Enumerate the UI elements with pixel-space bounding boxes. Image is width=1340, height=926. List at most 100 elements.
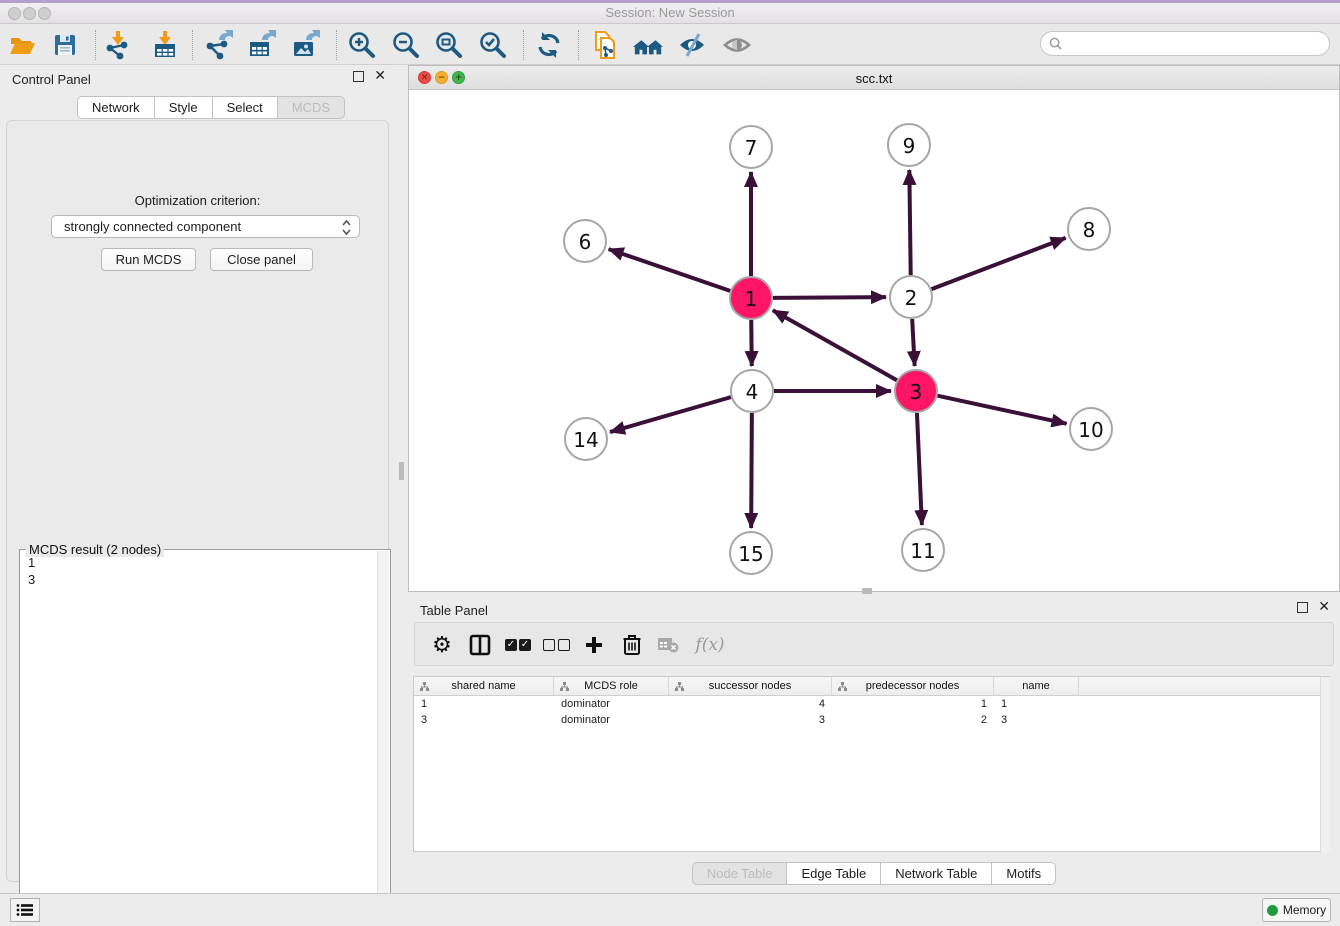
column-header-shared-name[interactable]: shared name [414, 677, 554, 695]
graph-node-label-2: 2 [905, 286, 918, 310]
table-cell[interactable]: 2 [832, 714, 994, 726]
graph-edge-2-8[interactable] [932, 238, 1066, 289]
graph-node-label-4: 4 [746, 380, 759, 404]
window-title: Session: New Session [0, 5, 1340, 20]
mcds-result-scrollbar[interactable] [377, 551, 389, 926]
table-cell[interactable]: 3 [669, 714, 832, 726]
table-scrollbar[interactable] [1320, 677, 1330, 853]
function-builder-icon: f(x) [689, 630, 731, 660]
tab-network[interactable]: Network [77, 96, 155, 119]
column-header-successor-nodes[interactable]: successor nodes [669, 677, 832, 695]
tab-edge-table[interactable]: Edge Table [787, 862, 881, 885]
node-table: shared nameMCDS rolesuccessor nodesprede… [413, 676, 1330, 852]
status-bar: Memory [0, 893, 1340, 926]
delete-column-trash-icon[interactable] [617, 630, 647, 660]
column-header-name[interactable]: name [994, 677, 1079, 695]
table-panel: Table Panel ✕ ⚙ ✓✓ f(x) shared nameMCDS [408, 596, 1340, 890]
close-panel-button[interactable]: Close panel [210, 248, 313, 271]
search-icon [1049, 37, 1062, 50]
open-folder-icon[interactable] [6, 30, 38, 60]
graph-node-label-7: 7 [745, 136, 758, 160]
import-table-icon[interactable] [149, 30, 181, 60]
zoom-out-icon[interactable] [390, 30, 422, 60]
graph-edge-2-3[interactable] [912, 319, 915, 366]
optimization-criterion-value: strongly connected component [64, 219, 241, 234]
table-cell[interactable]: 3 [994, 714, 1079, 726]
network-window-title: scc.txt [409, 71, 1339, 86]
graph-node-label-10: 10 [1078, 418, 1103, 442]
table-cell[interactable]: 1 [414, 698, 554, 710]
graph-edges[interactable] [609, 170, 1067, 528]
graph-edge-2-9[interactable] [909, 170, 910, 275]
close-table-panel-icon[interactable]: ✕ [1318, 602, 1330, 613]
optimization-criterion-select[interactable]: strongly connected component [51, 215, 360, 238]
table-panel-title: Table Panel [420, 603, 488, 618]
home-layout-icon[interactable] [632, 30, 664, 60]
zoom-in-icon[interactable] [346, 30, 378, 60]
main-toolbar [0, 24, 1340, 65]
network-window-titlebar[interactable]: ✕ − + scc.txt [409, 66, 1339, 90]
table-cell[interactable]: 4 [669, 698, 832, 710]
show-columns-icon[interactable] [465, 630, 495, 660]
table-row[interactable]: 1dominator411 [414, 696, 1329, 712]
graph-node-label-6: 6 [579, 230, 592, 254]
table-cell[interactable]: 1 [994, 698, 1079, 710]
task-history-button[interactable] [10, 898, 40, 922]
table-cell[interactable]: dominator [554, 714, 669, 726]
toolbar-separator [192, 30, 193, 60]
tab-mcds[interactable]: MCDS [278, 96, 345, 119]
graph-edge-3-11[interactable] [917, 413, 922, 525]
graph-edge-4-15[interactable] [751, 413, 752, 528]
zoom-selected-icon[interactable] [477, 30, 509, 60]
search-input[interactable] [1067, 34, 1329, 54]
run-mcds-button[interactable]: Run MCDS [101, 248, 196, 271]
table-row[interactable]: 3dominator323 [414, 712, 1329, 728]
column-header-predecessor-nodes[interactable]: predecessor nodes [832, 677, 994, 695]
refresh-layout-icon[interactable] [533, 30, 565, 60]
gear-icon[interactable]: ⚙ [427, 630, 457, 660]
search-field[interactable] [1040, 31, 1330, 56]
vertical-splitter-handle[interactable] [399, 462, 404, 480]
tab-network-table[interactable]: Network Table [881, 862, 992, 885]
mcds-result-text[interactable]: 1 3 [22, 554, 376, 926]
control-panel-tabs: Network Style Select MCDS [77, 96, 345, 119]
graph-edge-1-6[interactable] [609, 249, 731, 291]
graph-edge-3-10[interactable] [937, 396, 1066, 424]
export-network-icon[interactable] [202, 30, 234, 60]
export-image-icon[interactable] [289, 30, 321, 60]
add-column-icon[interactable] [579, 630, 609, 660]
graph-node-label-14: 14 [573, 428, 598, 452]
graph-node-label-15: 15 [738, 542, 763, 566]
unselect-all-columns-icon[interactable] [541, 630, 571, 660]
column-header-MCDS-role[interactable]: MCDS role [554, 677, 669, 695]
tab-style[interactable]: Style [155, 96, 213, 119]
hide-panel-eye-icon[interactable] [676, 30, 708, 60]
float-table-panel-icon[interactable] [1297, 602, 1308, 613]
graph-svg[interactable]: 7968124314101511 [409, 90, 1339, 591]
table-body: 1dominator4113dominator323 [414, 696, 1329, 728]
float-panel-icon[interactable] [353, 71, 364, 82]
tab-select[interactable]: Select [213, 96, 278, 119]
show-eye-icon[interactable] [721, 30, 753, 60]
save-icon[interactable] [49, 30, 81, 60]
table-cell[interactable]: dominator [554, 698, 669, 710]
control-panel-header: Control Panel ✕ [0, 65, 396, 93]
horizontal-splitter-handle[interactable] [862, 588, 872, 594]
graph-edge-1-2[interactable] [773, 297, 886, 298]
table-cell[interactable]: 3 [414, 714, 554, 726]
memory-label: Memory [1283, 903, 1326, 917]
control-panel-title: Control Panel [12, 72, 91, 87]
memory-button[interactable]: Memory [1262, 898, 1331, 922]
tab-motifs[interactable]: Motifs [992, 862, 1056, 885]
export-table-icon[interactable] [245, 30, 277, 60]
graph-edge-3-1[interactable] [773, 310, 897, 380]
table-cell[interactable]: 1 [832, 698, 994, 710]
import-network-icon[interactable] [102, 30, 134, 60]
graph-node-label-8: 8 [1083, 218, 1096, 242]
close-panel-icon[interactable]: ✕ [374, 71, 386, 82]
select-all-columns-icon[interactable]: ✓✓ [503, 630, 533, 660]
zoom-fit-icon[interactable] [433, 30, 465, 60]
new-network-from-selection-icon[interactable] [589, 30, 621, 60]
graph-edge-4-14[interactable] [610, 397, 731, 432]
tab-node-table[interactable]: Node Table [692, 862, 788, 885]
